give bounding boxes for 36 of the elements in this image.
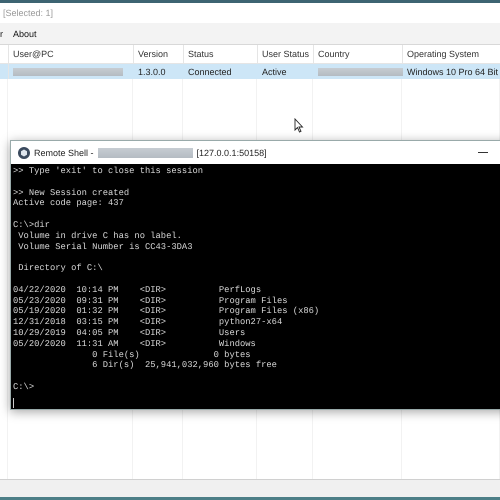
menu-item[interactable]: r [0,28,3,40]
cursor-icon [294,118,304,133]
console-line: 05/19/2020 01:32 PM <DIR> Program Files (x86) [13,306,320,316]
console-line: 6 Dir(s) 25,941,032,960 bytes free [91,360,277,370]
table-cell: Connected [188,66,232,76]
shell-title: Remote Shell - [34,148,94,158]
console-line: 0 File(s) 0 bytes [91,350,251,360]
column-header[interactable]: Country [318,49,350,59]
column-header[interactable]: Status [188,49,214,59]
console-line: Volume Serial Number is CC43-3DA3 [17,242,192,252]
table-cell: Active [262,66,287,76]
console-line: C:\>dir [13,220,50,230]
minimize-icon[interactable] [478,152,488,154]
console-line: Active code page: 437 [13,198,124,208]
column-header[interactable]: Version [138,49,168,59]
shell-address: [127.0.0.1:50158] [196,148,267,158]
table-cell: Windows 10 Pro 64 Bit [407,66,498,76]
console-line: 05/20/2020 11:31 AM <DIR> Windows [13,338,256,349]
console-line: Volume in drive C has no label. [17,230,182,241]
console-line: 05/23/2020 09:31 PM <DIR> Program Files [13,296,288,306]
menu-item[interactable]: About [13,28,37,40]
console-line: 04/22/2020 10:14 PM <DIR> PerfLogs [13,284,262,295]
console-line: >> Type 'exit' to close this session [13,166,204,176]
table-row[interactable]: 1.3.0.0 Connected Active Windows 10 Pro 64 Bit [0,64,500,79]
column-header[interactable]: User Status [262,49,310,59]
console-line: >> New Session created [13,188,130,198]
hexagon-icon [18,146,30,158]
column-header[interactable]: User@PC [13,49,54,59]
table-cell: 1.3.0.0 [138,66,166,76]
window-title: [Selected: 1] [3,8,54,18]
console-line: 12/31/2018 03:15 PM <DIR> python27-x64 [13,317,282,328]
console-line: C:\> [13,382,34,392]
text-cursor [13,398,14,408]
console-line: Directory of C:\ [17,263,103,274]
console-line: 10/29/2019 04:05 PM <DIR> Users [13,328,246,338]
column-header[interactable]: Operating System [407,49,480,59]
